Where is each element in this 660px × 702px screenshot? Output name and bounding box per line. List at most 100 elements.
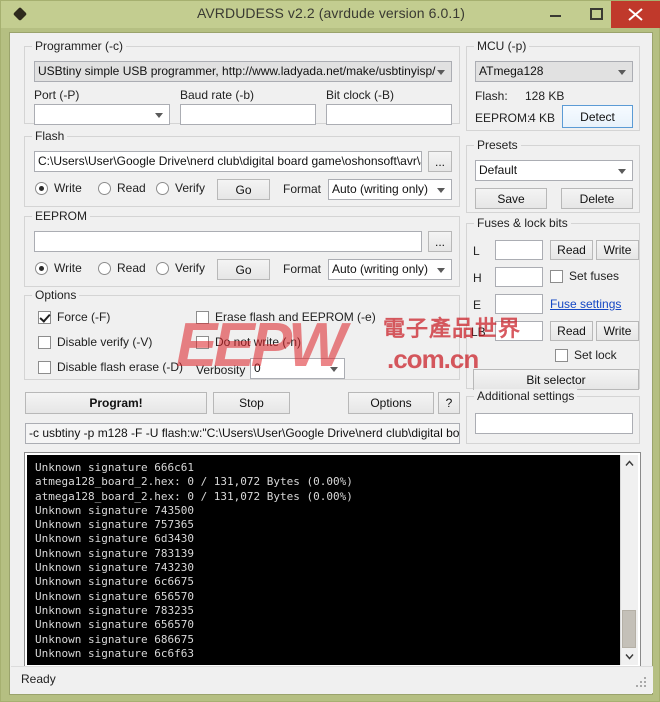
help-button[interactable]: ? (438, 392, 460, 414)
bit-selector-button[interactable]: Bit selector (473, 369, 639, 390)
mcu-legend: MCU (-p) (474, 39, 530, 53)
eeprom-format-select[interactable]: Auto (writing only) (328, 259, 452, 280)
radio-dot-icon (98, 182, 111, 195)
eeprom-legend: EEPROM (32, 209, 91, 223)
verbosity-label: Verbosity (196, 363, 246, 377)
radio-dot-icon (156, 262, 169, 275)
console-scrollbar[interactable] (620, 455, 638, 665)
flash-go-button[interactable]: Go (217, 179, 270, 200)
eeprom-size-value: 4 KB (529, 111, 556, 125)
chevron-down-icon (437, 267, 445, 273)
options-group: Options Force (-F) Disable verify (-V) D… (24, 288, 460, 380)
chevron-down-icon (437, 187, 445, 193)
fuse-l-read-button[interactable]: Read (550, 240, 593, 260)
flash-format-label: Format (283, 182, 322, 196)
checkbox-icon (550, 270, 563, 283)
status-bar: Ready (11, 666, 653, 693)
checkbox-icon (38, 361, 51, 374)
resize-grip-icon[interactable] (636, 677, 648, 689)
programmer-legend: Programmer (-c) (32, 39, 127, 53)
presets-group: Presets Default Save Delete (466, 138, 640, 213)
eeprom-go-button[interactable]: Go (217, 259, 270, 280)
chevron-down-icon (330, 366, 338, 372)
radio-dot-icon (35, 182, 48, 195)
programmer-select-value: USBtiny simple USB programmer, http://ww… (38, 64, 436, 78)
lock-bits-input[interactable] (495, 321, 543, 341)
checkbox-icon (555, 349, 568, 362)
fuse-e-label: E (473, 298, 482, 312)
console-line: Unknown signature 743500 (35, 503, 194, 517)
app-window: AVRDUDESS v2.2 (avrdude version 6.0.1) P… (0, 0, 660, 702)
stop-button[interactable]: Stop (213, 392, 290, 414)
flash-verify-label: Verify (175, 181, 206, 195)
fuse-h-input[interactable] (495, 267, 543, 287)
eeprom-format-value: Auto (writing only) (332, 262, 429, 276)
fuse-l-write-button[interactable]: Write (596, 240, 639, 260)
console-line: Unknown signature 666c61 (35, 461, 194, 474)
scroll-up-button[interactable] (621, 455, 638, 472)
baud-label: Baud rate (-b) (180, 88, 255, 102)
scroll-down-button[interactable] (621, 648, 638, 665)
flash-browse-button[interactable]: ... (428, 151, 452, 172)
minimize-button[interactable] (535, 1, 576, 28)
mcu-select-value: ATmega128 (479, 64, 544, 78)
lock-read-button[interactable]: Read (550, 321, 593, 341)
fuse-e-input[interactable] (495, 294, 543, 314)
port-select[interactable] (34, 104, 170, 125)
fuse-l-label: L (473, 244, 480, 258)
lock-bits-label: LB (471, 325, 486, 339)
options-legend: Options (32, 288, 80, 302)
checkbox-icon (196, 336, 209, 349)
verbosity-select[interactable]: 0 (250, 358, 345, 379)
baud-input[interactable] (180, 104, 316, 125)
flash-format-select[interactable]: Auto (writing only) (328, 179, 452, 200)
console-line: Unknown signature 656570 (35, 589, 194, 603)
console-line: atmega128_board_2.hex: 0 / 131,072 Bytes… (35, 489, 353, 503)
additional-settings-legend: Additional settings (474, 389, 578, 403)
eeprom-verify-label: Verify (175, 261, 206, 275)
chevron-down-icon (437, 69, 445, 75)
chevron-down-icon (155, 112, 163, 118)
mcu-select[interactable]: ATmega128 (475, 61, 633, 82)
scroll-thumb[interactable] (622, 610, 636, 648)
flash-read-label: Read (117, 181, 146, 195)
flash-legend: Flash (32, 129, 68, 143)
port-label: Port (-P) (34, 88, 80, 102)
detect-button[interactable]: Detect (562, 105, 633, 128)
eeprom-path-input[interactable] (34, 231, 422, 252)
fuse-settings-link[interactable]: Fuse settings (550, 297, 621, 311)
preset-delete-button[interactable]: Delete (561, 188, 633, 209)
radio-dot-icon (35, 262, 48, 275)
console-line: Unknown signature 6d3430 (35, 532, 194, 546)
title-bar: AVRDUDESS v2.2 (avrdude version 6.0.1) (1, 1, 660, 28)
program-button[interactable]: Program! (25, 392, 207, 414)
programmer-select[interactable]: USBtiny simple USB programmer, http://ww… (34, 61, 452, 82)
fuse-l-input[interactable] (495, 240, 543, 260)
radio-dot-icon (156, 182, 169, 195)
bitclock-input[interactable] (326, 104, 452, 125)
presets-select[interactable]: Default (475, 160, 633, 181)
flash-path-input[interactable]: C:\Users\User\Google Drive\nerd club\dig… (34, 151, 422, 172)
lock-write-button[interactable]: Write (596, 321, 639, 341)
additional-settings-input[interactable] (475, 413, 633, 434)
options-button[interactable]: Options (348, 392, 434, 414)
console-line: Unknown signature 757365 (35, 518, 194, 532)
checkbox-icon (196, 311, 209, 324)
flash-size-label: Flash: (475, 89, 508, 103)
console-line: Unknown signature 783139 (35, 546, 194, 560)
close-icon (628, 8, 643, 21)
programmer-group: Programmer (-c) USBtiny simple USB progr… (24, 39, 460, 125)
console-line: Unknown signature 743230 (35, 561, 194, 575)
flash-group: Flash C:\Users\User\Google Drive\nerd cl… (24, 129, 460, 207)
eeprom-browse-button[interactable]: ... (428, 231, 452, 252)
console-line: Unknown signature 656570 (35, 618, 194, 632)
presets-select-value: Default (479, 163, 518, 177)
preset-save-button[interactable]: Save (475, 188, 547, 209)
close-button[interactable] (611, 1, 660, 28)
console-line: atmega128_board_2.hex: 0 / 131,072 Bytes… (35, 475, 353, 489)
fuses-group: Fuses & lock bits L Read Write H Set fus… (466, 216, 640, 390)
command-line-input[interactable]: -c usbtiny -p m128 -F -U flash:w:"C:\Use… (25, 423, 460, 444)
flash-size-value: 128 KB (525, 89, 565, 103)
eeprom-read-label: Read (117, 261, 146, 275)
radio-dot-icon (98, 262, 111, 275)
